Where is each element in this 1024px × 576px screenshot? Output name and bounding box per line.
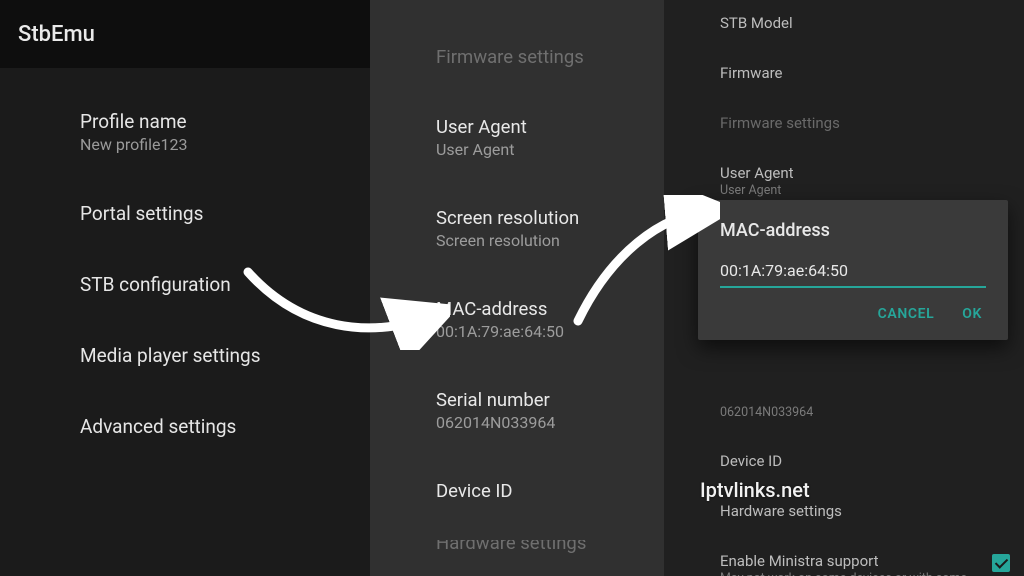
bg-user-agent-label: User Agent (720, 164, 984, 182)
user-agent-item[interactable]: User Agent User Agent (370, 106, 664, 169)
firmware-settings-item[interactable]: Firmware settings (370, 36, 664, 78)
bg-ministra-hint: May not work on some devices or with som… (720, 571, 984, 576)
advanced-settings-item[interactable]: Advanced settings (0, 401, 370, 452)
portal-settings-item[interactable]: Portal settings (0, 188, 370, 239)
media-player-settings-item[interactable]: Media player settings (0, 330, 370, 381)
hardware-settings-item-cut[interactable]: Hardware settings (370, 540, 664, 554)
mac-address-dialog: MAC-address CANCEL OK (698, 200, 1008, 340)
bg-firmware-settings-item[interactable]: Firmware settings (664, 106, 1024, 140)
screen-resolution-label: Screen resolution (436, 207, 664, 229)
bg-firmware-item[interactable]: Firmware (664, 56, 1024, 90)
portal-settings-label: Portal settings (80, 202, 370, 225)
firmware-item-cut: Firmware (370, 0, 664, 2)
firmware-settings-label: Firmware settings (436, 46, 664, 68)
user-agent-value: User Agent (436, 140, 664, 159)
profile-name-label: Profile name (80, 110, 370, 133)
profile-settings-list: Profile name New profile123 Portal setti… (0, 68, 370, 452)
bg-firmware-settings-label: Firmware settings (720, 114, 984, 132)
bg-stb-model-item[interactable]: STB Model (664, 6, 1024, 40)
bg-user-agent-item[interactable]: User Agent User Agent (664, 156, 1024, 206)
profile-settings-panel: StbEmu Profile name New profile123 Porta… (0, 0, 370, 576)
device-id-item[interactable]: Device ID (370, 470, 664, 512)
stb-config-list: Firmware Firmware settings User Agent Us… (370, 0, 664, 554)
bg-stb-model-label: STB Model (720, 14, 984, 32)
dialog-actions: CANCEL OK (720, 288, 986, 330)
mac-address-item[interactable]: MAC-address 00:1A:79:ae:64:50 (370, 288, 664, 351)
cancel-button[interactable]: CANCEL (878, 306, 935, 322)
mac-address-value: 00:1A:79:ae:64:50 (436, 322, 664, 341)
bg-device-id-label: Device ID (720, 452, 984, 470)
bg-serial-value: 062014N033964 (720, 405, 984, 420)
media-player-settings-label: Media player settings (80, 344, 370, 367)
advanced-settings-label: Advanced settings (80, 415, 370, 438)
stb-config-panel: Firmware Firmware settings User Agent Us… (370, 0, 664, 576)
mac-address-label: MAC-address (436, 298, 664, 320)
bg-serial-item[interactable]: 062014N033964 (664, 396, 1024, 428)
bg-hardware-settings-label: Hardware settings (720, 502, 984, 520)
app-bar: StbEmu (0, 0, 370, 68)
stb-configuration-item[interactable]: STB configuration (0, 259, 370, 310)
device-id-label: Device ID (436, 480, 664, 502)
screen-resolution-item[interactable]: Screen resolution Screen resolution (370, 197, 664, 260)
bg-ministra-item[interactable]: Enable Ministra support May not work on … (664, 544, 1024, 576)
profile-name-item[interactable]: Profile name New profile123 (0, 96, 370, 168)
stb-configuration-label: STB configuration (80, 273, 370, 296)
dialog-title: MAC-address (720, 220, 986, 241)
ok-button[interactable]: OK (962, 306, 982, 322)
mac-address-input[interactable] (720, 259, 986, 288)
screen-resolution-value: Screen resolution (436, 231, 664, 250)
checkbox-checked-icon[interactable] (992, 554, 1010, 572)
profile-name-value: New profile123 (80, 135, 370, 154)
serial-number-item[interactable]: Serial number 062014N033964 (370, 379, 664, 442)
bg-firmware-label: Firmware (720, 64, 984, 82)
bg-user-agent-value: User Agent (720, 183, 984, 198)
app-title: StbEmu (18, 22, 95, 47)
hardware-settings-label-cut: Hardware settings (436, 540, 664, 554)
serial-number-label: Serial number (436, 389, 664, 411)
watermark-text: Iptvlinks.net (700, 478, 810, 502)
bg-ministra-label: Enable Ministra support (720, 552, 984, 570)
user-agent-label: User Agent (436, 116, 664, 138)
serial-number-value: 062014N033964 (436, 413, 664, 432)
bg-device-id-item[interactable]: Device ID (664, 444, 1024, 478)
